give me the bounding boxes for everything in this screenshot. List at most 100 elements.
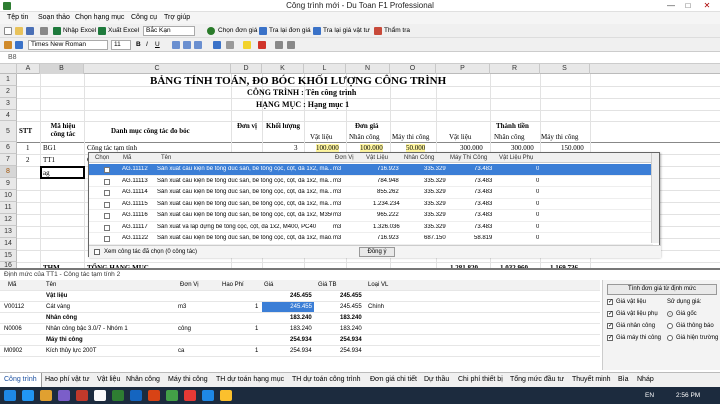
detail-col-unit[interactable]: Đơn Vị: [180, 282, 199, 288]
extra-material-price-checkbox[interactable]: ✓: [607, 311, 613, 317]
row-header[interactable]: 1: [0, 74, 17, 86]
save-icon[interactable]: [26, 27, 34, 35]
tab-material-consumption[interactable]: Hao phí vật tư: [45, 376, 89, 383]
col-header-b[interactable]: B: [40, 64, 84, 74]
popup-row[interactable]: AG.11117 Sản xuất và lắp dựng bê tông cọ…: [89, 222, 653, 233]
app-icon-2[interactable]: [76, 390, 88, 401]
col-header-k[interactable]: K: [262, 64, 304, 74]
col-header-p[interactable]: P: [436, 64, 490, 74]
tab-detailed-price[interactable]: Đơn giá chi tiết: [370, 376, 417, 383]
col-name[interactable]: Tên: [161, 155, 171, 161]
popup-row[interactable]: AG.11122 Sản xuất cấu kiện bê tông đúc s…: [89, 233, 653, 245]
col-labor[interactable]: Nhân Công: [404, 155, 434, 161]
export-excel-icon[interactable]: [98, 27, 106, 35]
original-price-radio[interactable]: [667, 311, 673, 317]
row-header[interactable]: 4: [0, 110, 17, 121]
increase-decimal-icon[interactable]: [275, 41, 283, 49]
tab-item-estimate[interactable]: TH dự toán hạng mục: [216, 376, 284, 383]
tab-bid[interactable]: Dự thầu: [424, 376, 449, 383]
popup-row[interactable]: AG.11114 Sản xuất cấu kiện bê tông đúc s…: [89, 187, 653, 199]
row-checkbox[interactable]: [104, 190, 110, 196]
col-header-d[interactable]: D: [231, 64, 262, 74]
popup-row[interactable]: AG.11112 Sản xuất cấu kiện bê tông đúc s…: [89, 164, 653, 176]
font-color-icon[interactable]: [258, 41, 266, 49]
formula-bar[interactable]: B8: [0, 52, 720, 64]
announced-price-radio[interactable]: [667, 323, 673, 329]
row-checkbox[interactable]: [104, 178, 110, 185]
explorer-icon[interactable]: [40, 390, 52, 401]
cell-material-total[interactable]: 300.000: [460, 144, 483, 152]
popup-row[interactable]: AG.11115 Sản xuất cấu kiện bê tông đúc s…: [89, 199, 653, 210]
decrease-decimal-icon[interactable]: [287, 41, 295, 49]
menu-select-item[interactable]: Chọn hạng mục: [75, 14, 124, 21]
show-selected-checkbox[interactable]: [94, 249, 100, 255]
col-header-a[interactable]: A: [17, 64, 40, 74]
detail-col-avg-price[interactable]: Giá TB: [318, 282, 337, 288]
row-header[interactable]: 10: [0, 190, 17, 202]
row-header[interactable]: 9: [0, 178, 17, 190]
new-file-icon[interactable]: [4, 27, 12, 35]
material-price-checkbox[interactable]: ✓: [607, 299, 613, 305]
cell-code[interactable]: TT1: [43, 156, 55, 164]
app-icon-1[interactable]: [58, 390, 70, 401]
print-icon[interactable]: [40, 27, 48, 35]
clock[interactable]: 2:56 PM: [676, 392, 700, 399]
col-header-s[interactable]: S: [540, 64, 590, 74]
review-button[interactable]: Thẩm tra: [384, 27, 410, 34]
start-icon[interactable]: [4, 390, 16, 401]
row-checkbox[interactable]: [104, 224, 110, 231]
machine-price-checkbox[interactable]: ✓: [607, 335, 613, 341]
minimize-button[interactable]: —: [664, 1, 678, 11]
detail-col-consumption[interactable]: Hao Phí: [222, 282, 244, 288]
detail-price-selected[interactable]: 245.455: [262, 302, 314, 312]
popup-row[interactable]: AG.11116 Sản xuất cấu kiện bê tông đúc s…: [89, 210, 653, 222]
col-select[interactable]: Chọn: [95, 155, 109, 161]
detail-row[interactable]: M0902 Kích thủy lực 200T ca 1 254.934 25…: [0, 346, 600, 357]
detail-row[interactable]: Máy thi công 254.934 254.934: [0, 335, 600, 346]
pick-price-icon[interactable]: [207, 27, 215, 35]
row-header[interactable]: 11: [0, 202, 17, 214]
site-price-radio[interactable]: [667, 335, 673, 341]
import-excel-icon[interactable]: [53, 27, 61, 35]
pick-price-button[interactable]: Chọn đơn giá: [218, 27, 257, 34]
row-header[interactable]: 15: [0, 250, 17, 262]
row-checkbox[interactable]: [104, 201, 110, 208]
menu-file[interactable]: Tệp tin: [7, 14, 28, 21]
cell-labor-price[interactable]: 100.000: [360, 144, 383, 152]
app-icon-7[interactable]: [166, 390, 178, 401]
row-checkbox[interactable]: [104, 236, 110, 242]
tab-project-estimate[interactable]: TH dự toán công trình: [292, 376, 361, 383]
row-header[interactable]: 5: [0, 121, 17, 142]
tab-project[interactable]: Công trình: [4, 376, 37, 383]
active-cell[interactable]: ag: [40, 166, 85, 179]
ok-button[interactable]: Đồng ý: [359, 247, 395, 257]
cell-work-name[interactable]: Công tác tạm tính: [87, 144, 137, 152]
detail-col-code[interactable]: Mã: [8, 282, 16, 288]
tab-total-investment[interactable]: Tổng mức đầu tư: [510, 376, 564, 383]
language-indicator[interactable]: EN: [645, 392, 654, 399]
col-material[interactable]: Vật Liệu: [366, 155, 388, 161]
calc-price-button[interactable]: Tính đơn giá từ định mức: [607, 284, 717, 295]
app-icon-6[interactable]: [148, 390, 160, 401]
italic-button[interactable]: I: [146, 41, 148, 48]
detail-row[interactable]: Nhân công 183.240 183.240: [0, 313, 600, 324]
merge-cells-icon[interactable]: [213, 41, 221, 49]
app-icon-3[interactable]: [94, 390, 106, 401]
app-icon-5[interactable]: [130, 390, 142, 401]
col-header-o[interactable]: O: [390, 64, 436, 74]
borders-icon[interactable]: [226, 41, 234, 49]
tab-machines[interactable]: Máy thi công: [168, 376, 208, 383]
app-icon-9[interactable]: [202, 390, 214, 401]
app-icon-8[interactable]: [184, 390, 196, 401]
tab-equipment-cost[interactable]: Chi phí thiết bị: [458, 376, 503, 383]
tab-draft[interactable]: Nháp: [637, 376, 654, 383]
cell-code[interactable]: BG1: [43, 144, 56, 152]
fill-color-icon[interactable]: [243, 41, 251, 49]
tab-explanation[interactable]: Thuyết minh: [572, 376, 611, 383]
cell-stt[interactable]: 1: [26, 144, 30, 152]
import-excel-button[interactable]: Nhập Excel: [63, 27, 96, 34]
col-code[interactable]: Mã: [123, 155, 131, 161]
tab-labor[interactable]: Nhân công: [126, 376, 160, 383]
tab-materials[interactable]: Vật liệu: [97, 376, 120, 383]
menu-edit[interactable]: Soạn thảo: [38, 14, 70, 21]
